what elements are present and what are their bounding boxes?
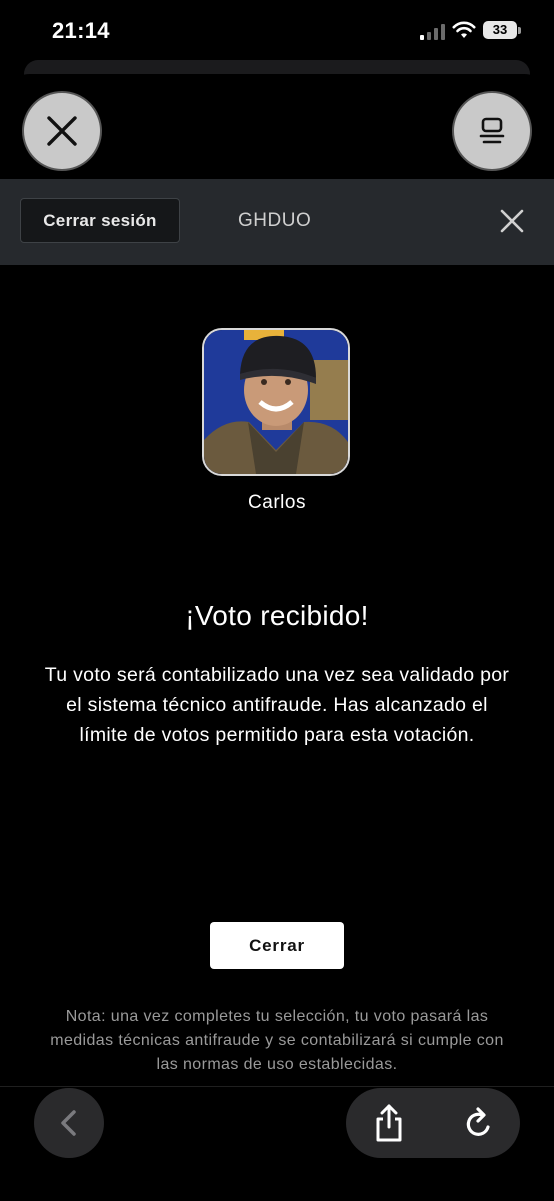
back-button[interactable] — [34, 1088, 104, 1158]
cellular-signal-icon — [420, 24, 445, 40]
status-time: 21:14 — [52, 18, 110, 43]
confirmation-message: Tu voto será contabilizado una vez sea v… — [44, 664, 510, 746]
share-icon — [376, 1104, 402, 1142]
candidate-photo — [202, 328, 350, 476]
tabs-icon — [479, 117, 505, 144]
close-icon — [47, 116, 77, 146]
tabs-button[interactable] — [454, 93, 530, 169]
battery-tip — [518, 27, 521, 34]
close-sheet-button[interactable] — [24, 93, 100, 169]
logout-button[interactable]: Cerrar sesión — [20, 198, 180, 243]
status-bar: 21:14 33 — [0, 0, 554, 62]
disclaimer-note: Nota: una vez completes tu selección, tu… — [50, 1008, 504, 1073]
wifi-icon — [452, 21, 476, 38]
confirmation-headline: ¡Voto recibido! — [185, 600, 369, 631]
battery-indicator: 33 — [483, 21, 517, 39]
reload-button[interactable] — [454, 1098, 504, 1148]
chevron-left-icon — [61, 1110, 76, 1136]
close-button[interactable]: Cerrar — [210, 922, 344, 969]
reload-icon — [466, 1107, 490, 1136]
candidate-name: Carlos — [248, 492, 306, 513]
share-button[interactable] — [364, 1098, 414, 1148]
header-title: GHDUO — [238, 210, 312, 231]
close-icon[interactable] — [497, 206, 527, 236]
